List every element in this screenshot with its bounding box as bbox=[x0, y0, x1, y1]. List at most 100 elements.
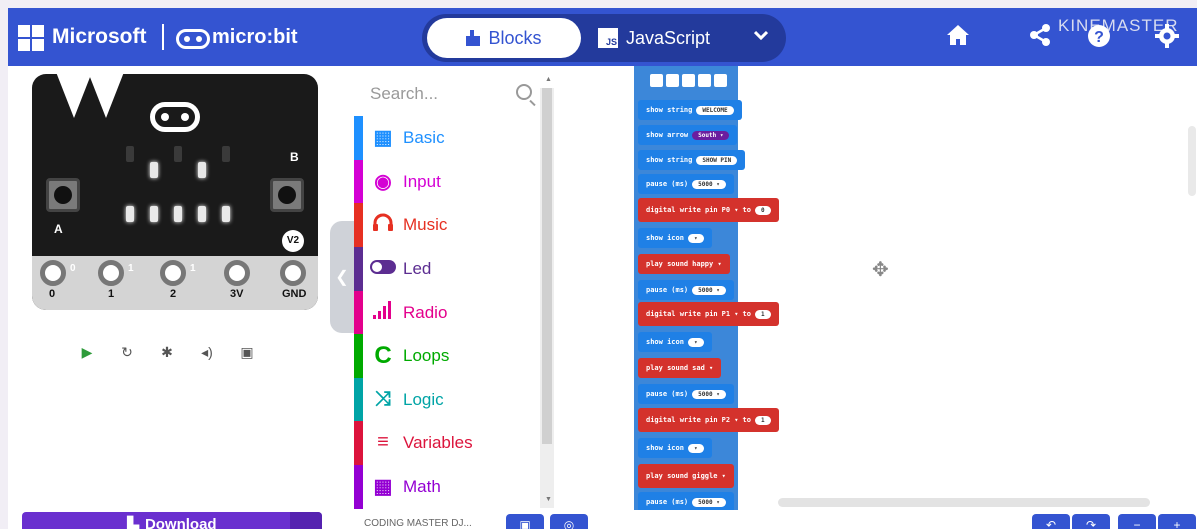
block-show-arrow[interactable]: show arrow South ▾ bbox=[638, 125, 738, 145]
category-led[interactable]: Led bbox=[354, 247, 534, 291]
brand-separator bbox=[162, 24, 164, 50]
category-logic[interactable]: ⤨ Logic bbox=[354, 378, 534, 422]
block-show-icon[interactable]: show icon ▾ bbox=[638, 228, 712, 248]
search-icon[interactable] bbox=[516, 84, 532, 100]
category-label: Variables bbox=[403, 432, 473, 452]
block-pause[interactable]: pause (ms) 5000 ▾ bbox=[638, 174, 734, 194]
download-icon: ▙ bbox=[127, 517, 139, 529]
tab-javascript[interactable]: JS JavaScript bbox=[598, 18, 738, 58]
download-button[interactable]: ▙ Download bbox=[22, 512, 322, 529]
github-icon[interactable]: ◎ bbox=[550, 514, 588, 529]
category-label: Basic bbox=[403, 127, 445, 147]
block-digital-write[interactable]: digital write pin P0 ▾ to 0 bbox=[638, 198, 779, 222]
category-label: Led bbox=[403, 258, 432, 278]
category-label: Math bbox=[403, 476, 441, 496]
category-loops[interactable]: C Loops bbox=[354, 334, 534, 378]
microbit-logo-icon bbox=[176, 29, 210, 49]
block-play-sound[interactable]: play sound giggle ▾ bbox=[638, 464, 734, 488]
pin-tiny-label: 1 bbox=[128, 263, 134, 274]
download-label: Download bbox=[144, 516, 217, 529]
category-input[interactable]: ◉ Input bbox=[354, 160, 534, 204]
tab-blocks-label: Blocks bbox=[488, 27, 542, 48]
touch-logo[interactable] bbox=[150, 102, 200, 132]
category-radio[interactable]: Radio bbox=[354, 291, 534, 335]
pin-0[interactable] bbox=[40, 260, 66, 286]
block-play-sound[interactable]: play sound happy ▾ bbox=[638, 254, 730, 274]
block-play-sound[interactable]: play sound sad ▾ bbox=[638, 358, 722, 378]
blocks-workspace[interactable]: show string WELCOME show arrow South ▾ sho… bbox=[558, 66, 1197, 529]
pin-label: 2 bbox=[170, 288, 177, 300]
show-leds-block[interactable] bbox=[650, 74, 727, 87]
block-pause[interactable]: pause (ms) 5000 ▾ bbox=[638, 384, 734, 404]
simulator-panel: A B V2 0 1 2 3V GND 0 1 1 ▶ ↻ ✱ ◂) ▣ bbox=[8, 66, 338, 529]
toolbox-search[interactable]: Search... bbox=[370, 78, 534, 110]
block-pause[interactable]: pause (ms) 5000 ▾ bbox=[638, 492, 734, 512]
block-show-icon[interactable]: show icon ▾ bbox=[638, 438, 712, 458]
microbit-label[interactable]: micro:bit bbox=[212, 26, 298, 49]
category-label: Music bbox=[403, 214, 448, 234]
project-name-input[interactable]: CODING MASTER DJ... bbox=[364, 518, 472, 529]
download-options-button[interactable] bbox=[290, 512, 322, 529]
scroll-down-icon[interactable]: ▼ bbox=[545, 496, 552, 503]
toolbox-scrollbar[interactable] bbox=[540, 88, 554, 508]
workspace-horizontal-scrollbar[interactable] bbox=[778, 498, 1150, 507]
loop-icon: C bbox=[374, 341, 392, 369]
pin-2[interactable] bbox=[160, 260, 186, 286]
bottom-bar: ▙ Download CODING MASTER DJ... ▣ ◎ ↶ ↷ −… bbox=[8, 510, 1197, 529]
save-icon[interactable]: ▣ bbox=[506, 514, 544, 529]
chevron-down-icon[interactable] bbox=[753, 27, 769, 45]
block-digital-write[interactable]: digital write pin P1 ▾ to 1 bbox=[638, 302, 779, 326]
top-bar: Microsoft micro:bit Blocks JS JavaScript bbox=[8, 8, 1197, 66]
pin-label: 0 bbox=[49, 288, 56, 300]
category-label: Input bbox=[403, 171, 441, 191]
toggle-icon bbox=[363, 257, 403, 280]
pin-label: GND bbox=[282, 288, 307, 300]
button-a-label: A bbox=[54, 222, 63, 236]
target-icon: ◉ bbox=[374, 171, 392, 194]
zoom-in-icon[interactable]: + bbox=[1158, 514, 1196, 529]
fullscreen-icon[interactable]: ▣ bbox=[238, 343, 256, 361]
play-icon[interactable]: ▶ bbox=[78, 343, 96, 361]
pin-label: 3V bbox=[230, 288, 244, 300]
mute-icon[interactable]: ◂) bbox=[198, 343, 216, 361]
scroll-up-icon[interactable]: ▲ bbox=[545, 76, 552, 83]
redo-icon[interactable]: ↷ bbox=[1072, 514, 1110, 529]
settings-icon[interactable] bbox=[1154, 24, 1180, 50]
category-label: Radio bbox=[403, 302, 448, 322]
javascript-icon: JS bbox=[598, 28, 618, 48]
search-input[interactable]: Search... bbox=[370, 84, 438, 104]
toolbox-scroll-thumb[interactable] bbox=[542, 88, 552, 444]
board-notch bbox=[88, 74, 124, 118]
restart-icon[interactable]: ↻ bbox=[118, 343, 136, 361]
toolbox: Search... ▦ Basic ◉ Input Music Led Radi… bbox=[354, 66, 558, 529]
help-icon[interactable]: ? bbox=[1086, 24, 1112, 50]
version-badge: V2 bbox=[282, 230, 304, 252]
category-basic[interactable]: ▦ Basic bbox=[354, 116, 534, 160]
share-icon[interactable] bbox=[1027, 24, 1053, 50]
collapse-simulator-button[interactable]: ❮ bbox=[330, 221, 354, 333]
block-show-icon[interactable]: show icon ▾ bbox=[638, 332, 712, 352]
button-a[interactable] bbox=[46, 178, 80, 212]
category-music[interactable]: Music bbox=[354, 203, 534, 247]
board-notch bbox=[56, 74, 92, 118]
microsoft-logo-icon bbox=[18, 25, 44, 51]
pin-1[interactable] bbox=[98, 260, 124, 286]
home-icon[interactable] bbox=[945, 24, 971, 50]
block-digital-write[interactable]: digital write pin P2 ▾ to 1 bbox=[638, 408, 779, 432]
app-frame: Microsoft micro:bit Blocks JS JavaScript bbox=[8, 8, 1197, 529]
block-show-string[interactable]: show string SHOW PIN bbox=[638, 150, 746, 170]
blocks-icon bbox=[466, 30, 481, 46]
debug-icon[interactable]: ✱ bbox=[158, 343, 176, 361]
tab-blocks[interactable]: Blocks bbox=[427, 18, 581, 58]
category-math[interactable]: ▦ Math bbox=[354, 465, 534, 509]
editor-mode-switch: Blocks JS JavaScript bbox=[422, 14, 786, 62]
undo-icon[interactable]: ↶ bbox=[1032, 514, 1070, 529]
block-pause[interactable]: pause (ms) 5000 ▾ bbox=[638, 280, 734, 300]
button-b[interactable] bbox=[270, 178, 304, 212]
category-variables[interactable]: ≡ Variables bbox=[354, 421, 534, 465]
workspace-vertical-scrollbar[interactable] bbox=[1188, 126, 1196, 196]
zoom-out-icon[interactable]: − bbox=[1118, 514, 1156, 529]
microbit-board[interactable]: A B V2 0 1 2 3V GND 0 1 1 bbox=[32, 74, 318, 310]
block-show-string[interactable]: show string WELCOME bbox=[638, 100, 742, 120]
pin-tiny-label: 0 bbox=[70, 263, 76, 274]
